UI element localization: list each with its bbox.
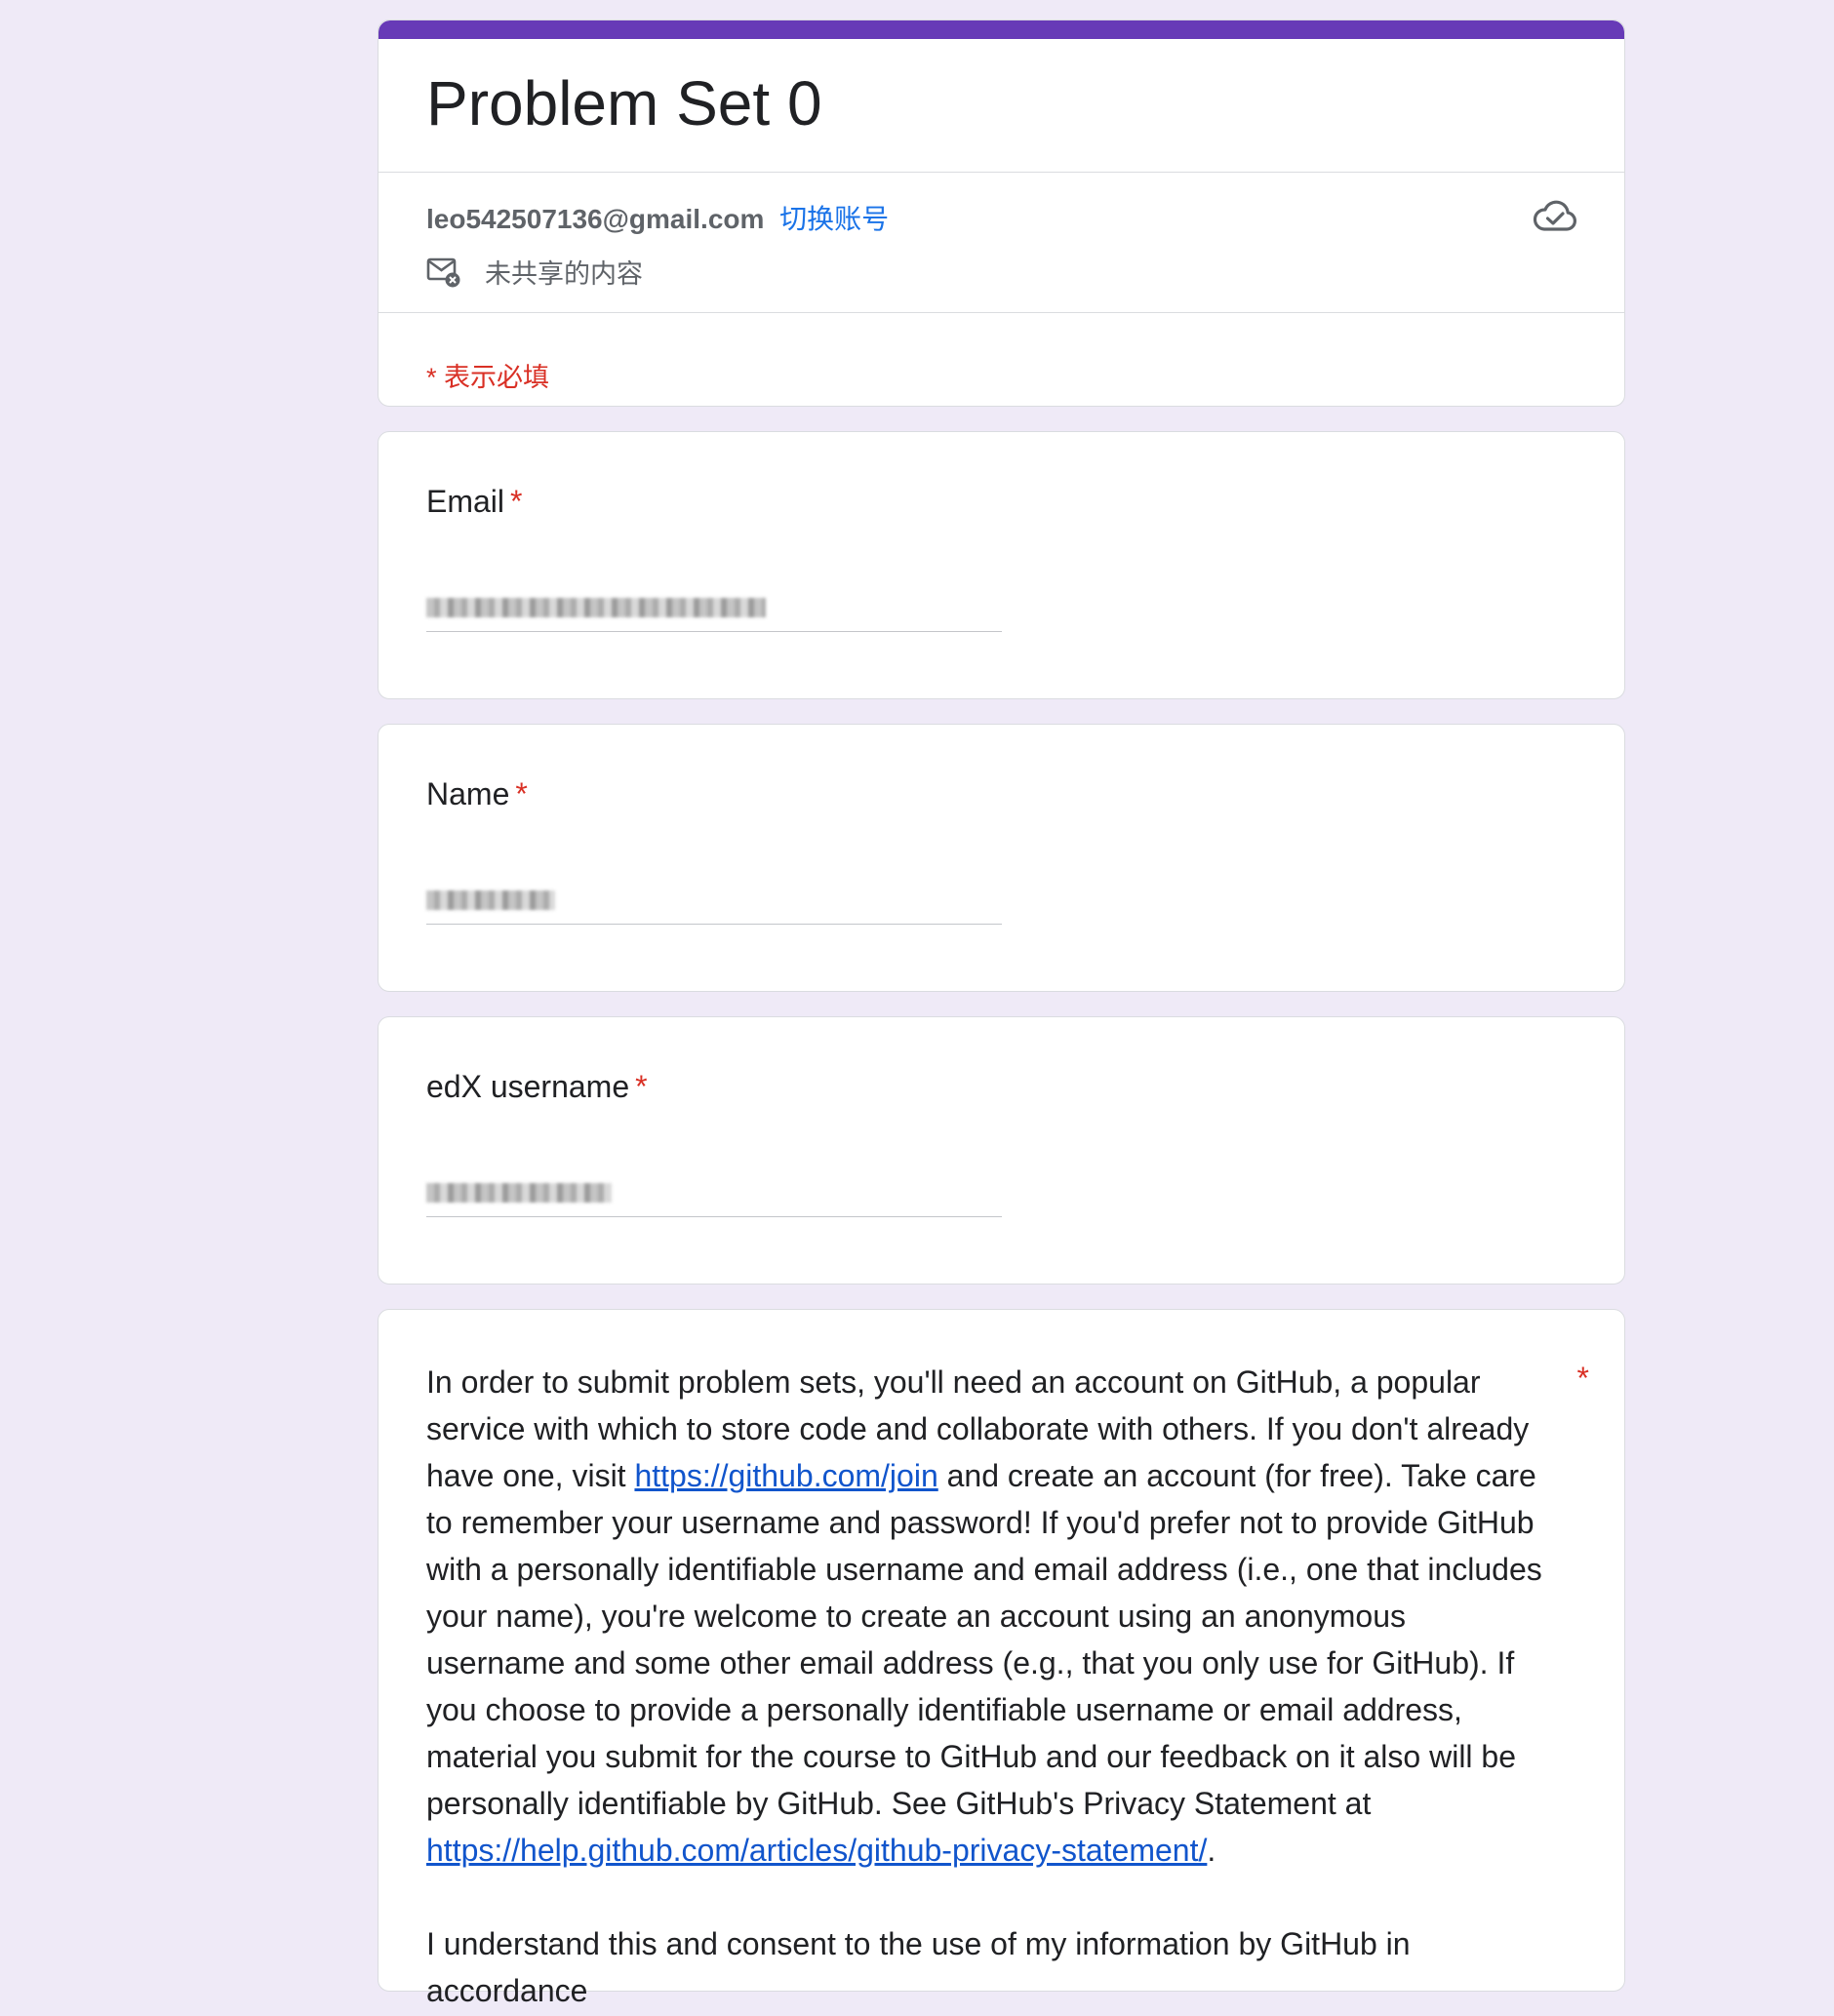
consent-text: I understand this and consent to the use… <box>426 1926 1411 2008</box>
title-row: Problem Set 0 <box>379 39 1624 173</box>
account-row: leo542507136@gmail.com 切换账号 未共享的内容 <box>379 173 1624 313</box>
required-note: * 表示必填 <box>426 363 550 392</box>
question-label: Email <box>426 484 505 519</box>
form-header-card: Problem Set 0 leo542507136@gmail.com 切换账… <box>378 20 1625 407</box>
question-card-name: Name * <box>378 724 1625 992</box>
github-privacy-link[interactable]: https://help.github.com/articles/github-… <box>426 1833 1207 1868</box>
not-shared-notice: 未共享的内容 <box>426 253 643 291</box>
question-title: edX username * <box>426 1069 648 1105</box>
description-text: . <box>1207 1833 1216 1868</box>
not-shared-label: 未共享的内容 <box>485 259 643 289</box>
required-star: * <box>515 776 528 811</box>
name-input[interactable] <box>426 881 1002 925</box>
question-title: Email * <box>426 484 522 520</box>
question-label: edX username <box>426 1069 630 1104</box>
question-card-github: In order to submit problem sets, you'll … <box>378 1309 1625 2008</box>
form-column: Problem Set 0 leo542507136@gmail.com 切换账… <box>378 20 1625 2016</box>
edx-username-input[interactable] <box>426 1173 1002 1217</box>
question-label: Name <box>426 776 510 811</box>
redacted-value <box>426 890 555 910</box>
cloud-check-icon[interactable] <box>1533 198 1577 233</box>
required-star: * <box>635 1069 648 1104</box>
account-email: leo542507136@gmail.com <box>426 204 765 234</box>
github-join-link[interactable]: https://github.com/join <box>634 1458 937 1493</box>
header-accent-bar <box>379 20 1624 39</box>
github-description: In order to submit problem sets, you'll … <box>426 1359 1548 2014</box>
form-title: Problem Set 0 <box>426 68 822 138</box>
description-text: and create an account (for free). Take c… <box>426 1458 1542 1821</box>
redacted-value <box>426 1183 612 1203</box>
email-input[interactable] <box>426 588 1002 632</box>
mail-not-shared-icon <box>426 257 460 287</box>
required-star: * <box>510 484 523 519</box>
switch-account-link[interactable]: 切换账号 <box>779 204 889 234</box>
question-title: Name * <box>426 776 528 812</box>
required-star: * <box>1576 1361 1589 1396</box>
account-info: leo542507136@gmail.com 切换账号 <box>426 198 889 237</box>
redacted-value <box>426 598 766 617</box>
question-card-edx-username: edX username * <box>378 1016 1625 1285</box>
question-card-email: Email * <box>378 431 1625 699</box>
